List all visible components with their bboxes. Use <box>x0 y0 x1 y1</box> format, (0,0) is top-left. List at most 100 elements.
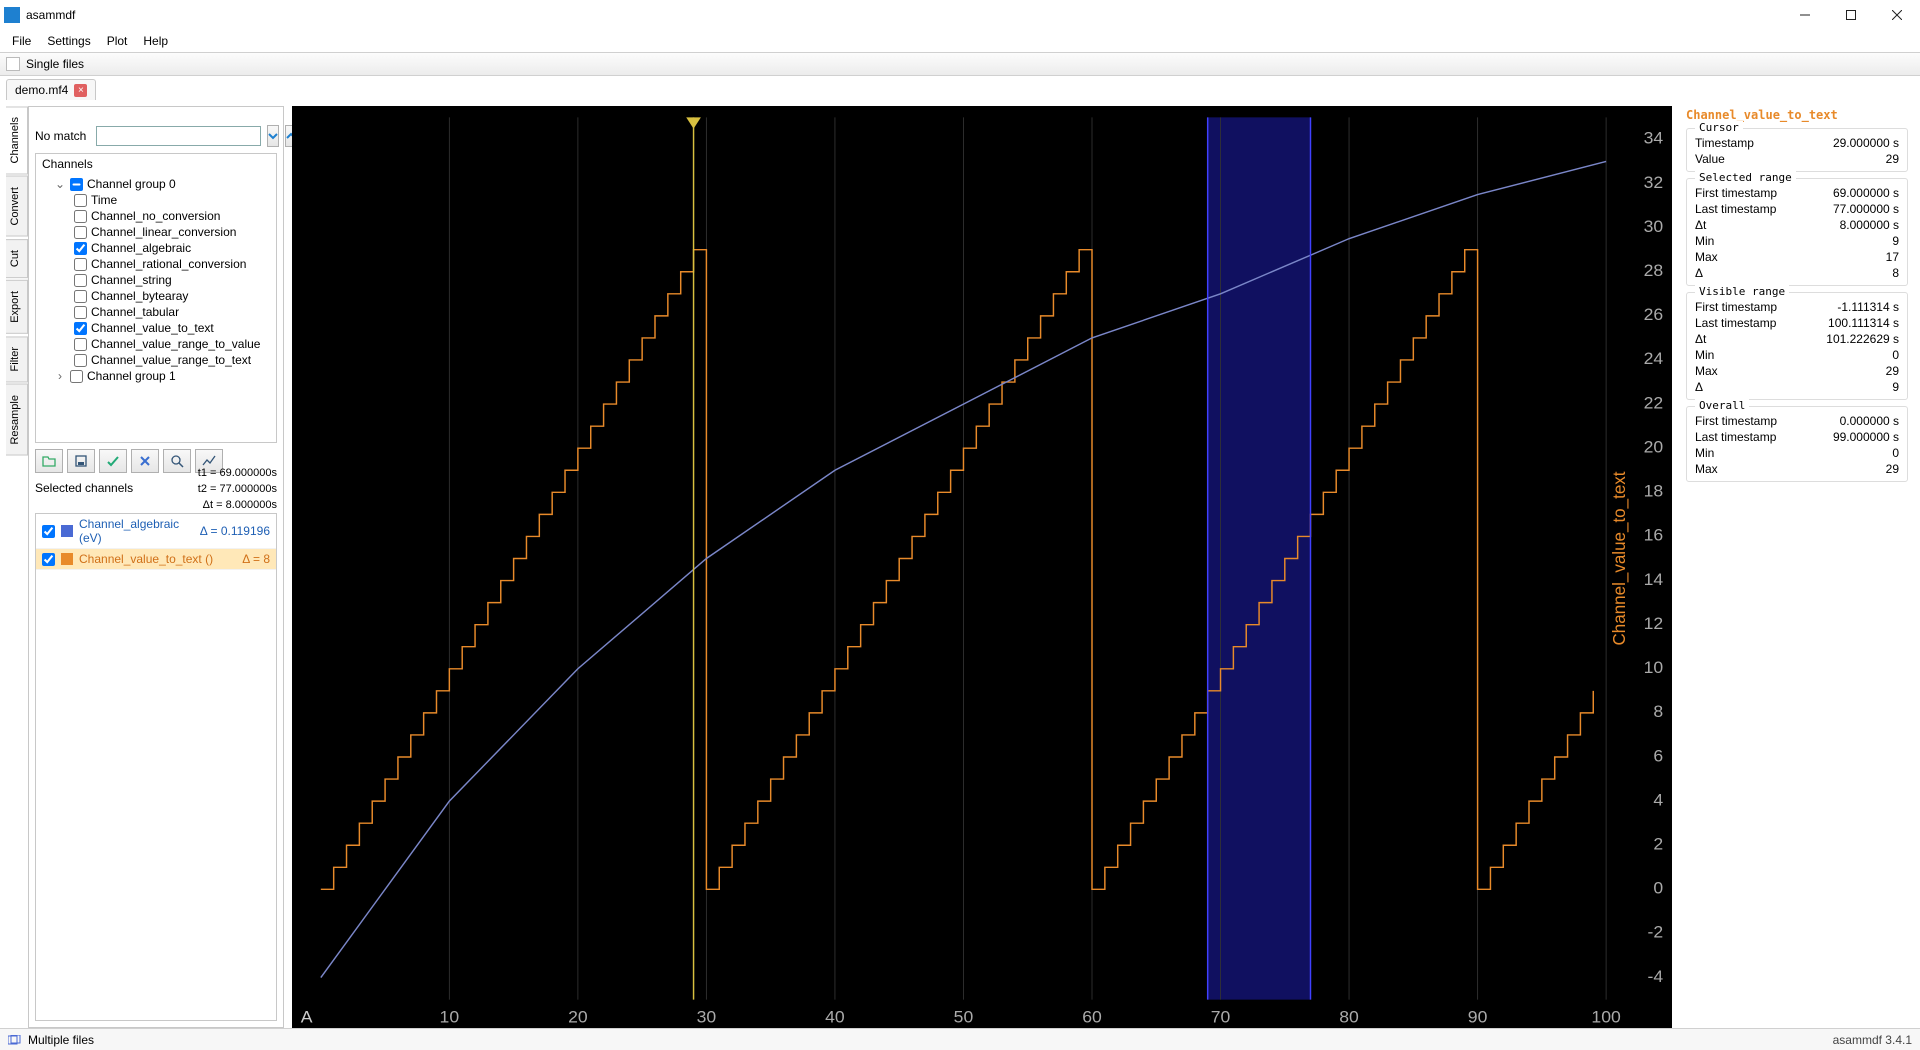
channel-checkbox[interactable] <box>74 290 87 303</box>
stat-value: 9 <box>1892 379 1899 395</box>
tree-channel[interactable]: Channel_rational_conversion <box>36 256 276 272</box>
close-button[interactable] <box>1874 0 1920 30</box>
tree-channel[interactable]: Channel_value_range_to_text <box>36 352 276 368</box>
stat-key: Timestamp <box>1695 135 1754 151</box>
stat-row: Last timestamp99.000000 s <box>1695 429 1899 445</box>
stat-row: Max29 <box>1695 461 1899 477</box>
stat-value: 29 <box>1886 363 1899 379</box>
channel-checkbox[interactable] <box>74 354 87 367</box>
file-tab-name: demo.mf4 <box>15 83 68 97</box>
main-area: Channels Convert Cut Export Filter Resam… <box>0 100 1920 1028</box>
stat-group-title: Overall <box>1695 399 1749 412</box>
channel-checkbox[interactable] <box>74 194 87 207</box>
tree-header: Channels <box>36 154 276 174</box>
close-icon[interactable]: × <box>74 84 87 97</box>
stats-panel: Channel_value_to_text CursorTimestamp29.… <box>1680 106 1914 1028</box>
tree-channel[interactable]: Channel_no_conversion <box>36 208 276 224</box>
chevron-right-icon[interactable]: › <box>54 369 66 383</box>
statusbar-version: asammdf 3.4.1 <box>1833 1033 1912 1047</box>
stat-key: Max <box>1695 363 1718 379</box>
channel-visible-checkbox[interactable] <box>42 525 55 538</box>
statusbar-left-label[interactable]: Multiple files <box>28 1033 94 1047</box>
channel-label: Channel_string <box>91 273 172 287</box>
channel-delta-label: Δ = 0.119196 <box>200 524 270 538</box>
channel-checkbox[interactable] <box>74 226 87 239</box>
svg-text:0: 0 <box>1653 878 1663 898</box>
svg-text:10: 10 <box>1644 657 1664 677</box>
group-label: Channel group 1 <box>87 369 176 383</box>
tree-channel[interactable]: Channel_algebraic <box>36 240 276 256</box>
search-next-button[interactable] <box>267 125 279 147</box>
channel-checkbox[interactable] <box>74 258 87 271</box>
channel-checkbox[interactable] <box>74 338 87 351</box>
stat-row: Value29 <box>1695 151 1899 167</box>
svg-text:6: 6 <box>1653 746 1663 766</box>
svg-text:20: 20 <box>1644 437 1664 457</box>
stat-row: Δ8 <box>1695 265 1899 281</box>
tree-group[interactable]: › Channel group 1 <box>36 368 276 384</box>
tree-channel[interactable]: Channel_linear_conversion <box>36 224 276 240</box>
svg-text:18: 18 <box>1644 481 1664 501</box>
vtab-cut[interactable]: Cut <box>6 239 28 278</box>
tree-channel[interactable]: Channel_string <box>36 272 276 288</box>
maximize-button[interactable] <box>1828 0 1874 30</box>
search-status-label: No match <box>35 129 86 143</box>
time-info: t1 = 69.000000s t2 = 77.000000s Δt = 8.0… <box>35 465 277 513</box>
channel-checkbox[interactable] <box>74 322 87 335</box>
menu-help[interactable]: Help <box>135 32 176 50</box>
search-input[interactable] <box>96 126 261 146</box>
stat-row: Max17 <box>1695 249 1899 265</box>
stat-group: CursorTimestamp29.000000 sValue29 <box>1686 128 1908 172</box>
menu-file[interactable]: File <box>4 32 39 50</box>
file-tab-bar: demo.mf4 × <box>0 76 1920 100</box>
channel-visible-checkbox[interactable] <box>42 553 55 566</box>
chevron-down-icon[interactable]: ⌄ <box>54 177 66 191</box>
svg-text:60: 60 <box>1082 1007 1102 1027</box>
channel-label: Channel_tabular <box>91 305 179 319</box>
svg-text:90: 90 <box>1468 1007 1488 1027</box>
mode-label[interactable]: Single files <box>26 57 84 71</box>
svg-text:30: 30 <box>697 1007 717 1027</box>
stat-key: Last timestamp <box>1695 315 1776 331</box>
vtab-channels[interactable]: Channels <box>6 106 28 174</box>
channel-delta-label: Δ = 8 <box>242 552 270 566</box>
stat-row: Δt101.222629 s <box>1695 331 1899 347</box>
stat-row: First timestamp69.000000 s <box>1695 185 1899 201</box>
tree-channel[interactable]: Channel_value_to_text <box>36 320 276 336</box>
stat-value: 0 <box>1892 347 1899 363</box>
channel-name-label: Channel_value_to_text () <box>79 552 236 566</box>
vtab-resample[interactable]: Resample <box>6 384 28 456</box>
stat-key: Last timestamp <box>1695 201 1776 217</box>
selected-channels-list: Channel_algebraic (eV) Δ = 0.119196 Chan… <box>35 513 277 1021</box>
group-checkbox[interactable] <box>70 178 83 191</box>
stat-key: Δt <box>1695 217 1706 233</box>
selected-channel-row[interactable]: Channel_algebraic (eV) Δ = 0.119196 <box>36 514 276 549</box>
t1-label: t1 = 69.000000s <box>35 465 277 481</box>
selected-channel-row[interactable]: Channel_value_to_text () Δ = 8 <box>36 549 276 570</box>
menubar: File Settings Plot Help <box>0 30 1920 52</box>
channel-checkbox[interactable] <box>74 210 87 223</box>
vtab-export[interactable]: Export <box>6 280 28 334</box>
channel-checkbox[interactable] <box>74 242 87 255</box>
channel-label: Channel_value_range_to_text <box>91 353 251 367</box>
vtab-filter[interactable]: Filter <box>6 336 28 382</box>
tree-channel[interactable]: Channel_bytearay <box>36 288 276 304</box>
channel-checkbox[interactable] <box>74 274 87 287</box>
tree-channel[interactable]: Time <box>36 192 276 208</box>
file-tab[interactable]: demo.mf4 × <box>6 79 96 100</box>
plot-area[interactable]: 102030405060708090100-4-2024681012141618… <box>292 106 1672 1028</box>
stat-row: Min0 <box>1695 347 1899 363</box>
svg-text:26: 26 <box>1644 304 1664 324</box>
channel-checkbox[interactable] <box>74 306 87 319</box>
minimize-button[interactable] <box>1782 0 1828 30</box>
menu-settings[interactable]: Settings <box>39 32 98 50</box>
group-checkbox[interactable] <box>70 370 83 383</box>
menu-plot[interactable]: Plot <box>99 32 136 50</box>
stat-value: 69.000000 s <box>1833 185 1899 201</box>
app-icon <box>4 7 20 23</box>
tree-channel[interactable]: Channel_value_range_to_value <box>36 336 276 352</box>
tree-channel[interactable]: Channel_tabular <box>36 304 276 320</box>
stat-row: First timestamp-1.111314 s <box>1695 299 1899 315</box>
vtab-convert[interactable]: Convert <box>6 176 28 237</box>
tree-group[interactable]: ⌄Channel group 0 <box>36 176 276 192</box>
